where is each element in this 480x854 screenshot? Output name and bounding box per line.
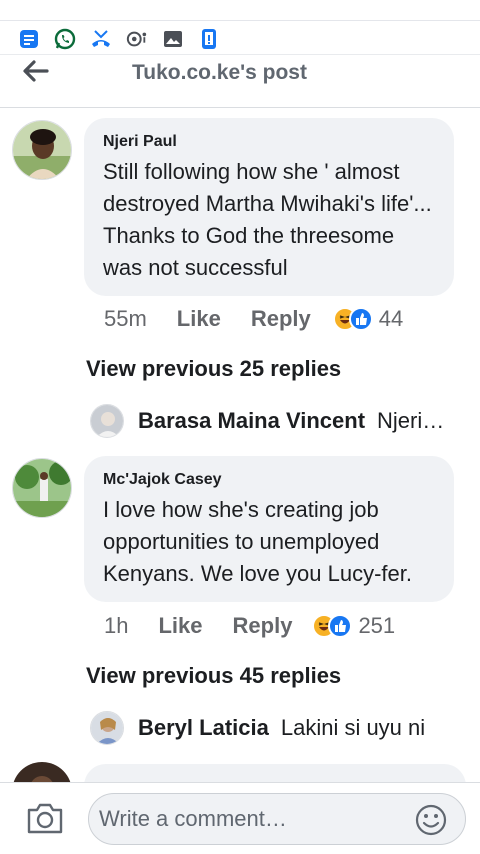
comment-time: 1h [104, 613, 129, 638]
view-previous-replies-link[interactable]: View previous 45 replies [86, 663, 341, 689]
gallery-icon [162, 28, 184, 50]
reply-button[interactable]: Reply [251, 306, 311, 332]
comment-input[interactable] [88, 793, 466, 845]
reply-author: Barasa Maina Vincent [138, 408, 366, 433]
missed-call-icon [90, 28, 112, 50]
camera-icon[interactable] [26, 801, 64, 835]
comment-actions: 55m Like Reply 44 [104, 306, 403, 332]
emoji-icon[interactable] [414, 803, 448, 837]
reply-text: Lakini si uyu ni [280, 715, 426, 740]
reaction-summary[interactable]: 44 [332, 306, 404, 332]
like-button[interactable]: Like [158, 613, 202, 639]
reply-author: Beryl Laticia [138, 715, 269, 740]
reaction-count: 251 [358, 613, 396, 638]
page-title: Tuko.co.ke's post [132, 61, 307, 84]
post-header: Tuko.co.ke's post [0, 54, 480, 108]
reaction-summary[interactable]: 251 [312, 613, 395, 639]
chat-bubble-icon [126, 28, 148, 50]
latest-reply-preview[interactable]: Barasa Maina Vincent Njeri Paul [90, 404, 450, 438]
latest-reply-preview[interactable]: Beryl Laticia Lakini si uyu ni [90, 711, 450, 745]
comment-bubble[interactable]: Mc'Jajok Casey I love how she's creating… [84, 456, 454, 602]
notification-bar [0, 20, 480, 54]
comment-actions: 1h Like Reply 251 [104, 613, 395, 639]
comment-time: 55m [104, 306, 147, 331]
post-comments-screen: Tuko.co.ke's post Njeri Paul Still follo… [0, 0, 480, 854]
comment-text: Still following how she ' almost destroy… [103, 159, 432, 280]
view-previous-replies-link[interactable]: View previous 25 replies [86, 356, 341, 382]
phone-frame-icon [198, 28, 220, 50]
reaction-count: 44 [378, 306, 404, 331]
like-reaction-icon [348, 307, 373, 331]
avatar[interactable] [12, 120, 72, 180]
reply-avatar [90, 404, 124, 438]
avatar[interactable] [12, 458, 72, 518]
reply-text: Njeri Paul [377, 408, 450, 433]
whatsapp-icon [54, 28, 76, 50]
comment-text: I love how she's creating job opportunit… [103, 497, 412, 586]
like-reaction-icon [328, 614, 353, 638]
like-button[interactable]: Like [177, 306, 221, 332]
reply-avatar [90, 711, 124, 745]
messages-icon [18, 28, 40, 50]
reply-button[interactable]: Reply [233, 613, 293, 639]
comment-author[interactable]: Mc'Jajok Casey [103, 470, 434, 490]
comment-bubble[interactable]: Njeri Paul Still following how she ' alm… [84, 118, 454, 296]
comment-composer [0, 782, 480, 854]
back-arrow-icon[interactable] [20, 58, 50, 84]
comment-author[interactable]: Njeri Paul [103, 132, 434, 152]
